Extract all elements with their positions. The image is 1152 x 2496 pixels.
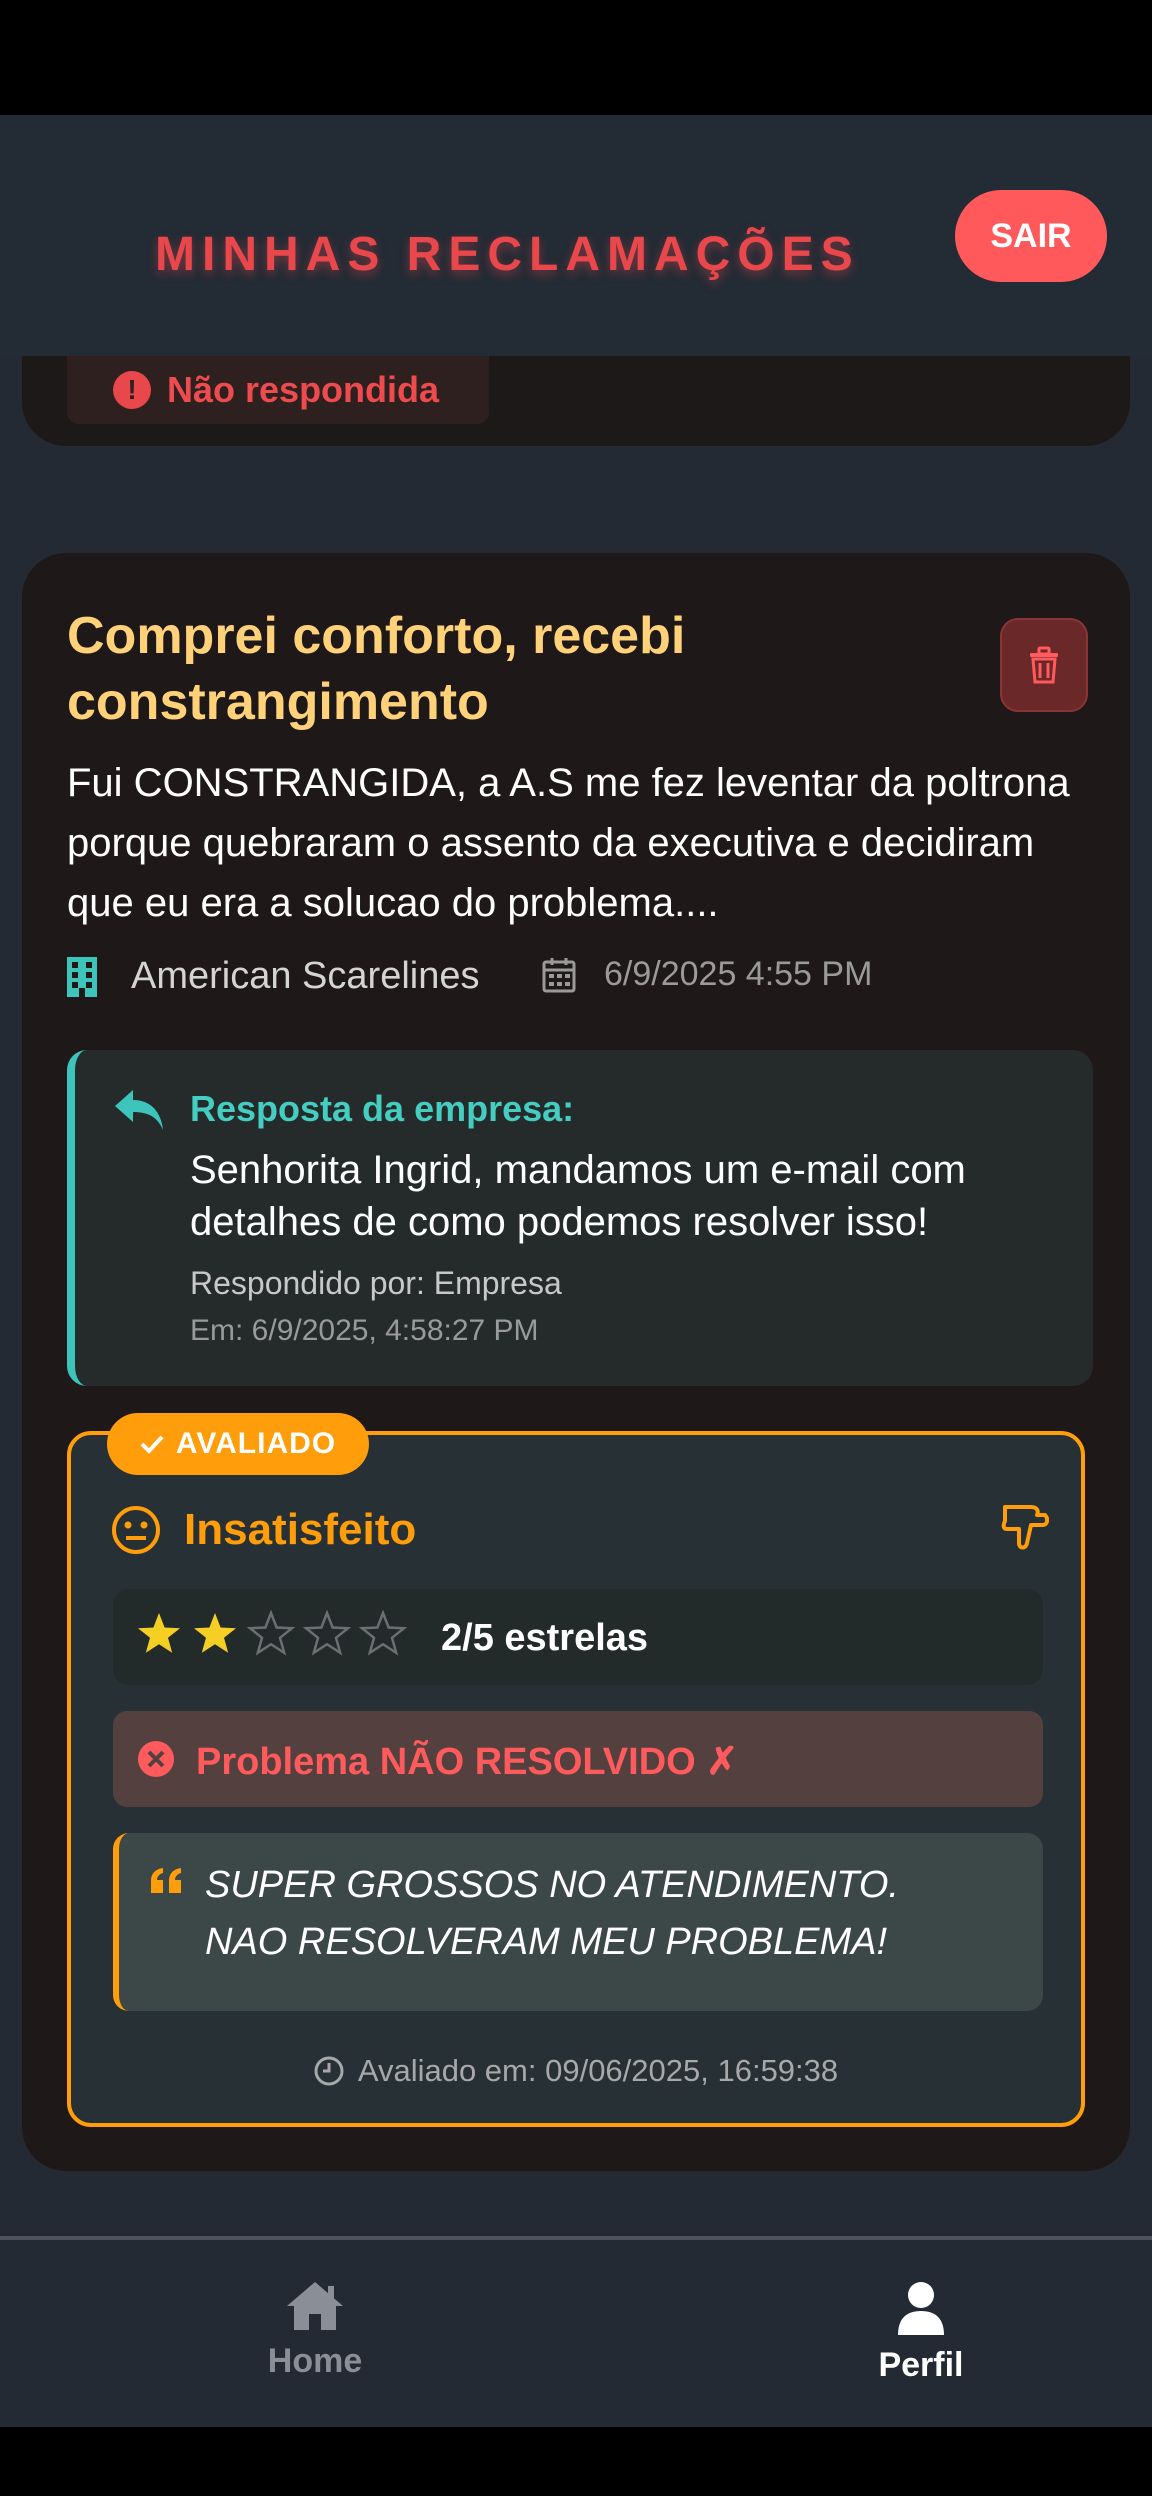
system-nav-bar — [0, 2427, 1152, 2496]
app-header: MINHAS RECLAMAÇÕES SAIR — [0, 115, 1152, 356]
system-status-bar — [0, 0, 1152, 115]
company-reply: Resposta da empresa: Senhorita Ingrid, m… — [67, 1050, 1093, 1386]
evaluation-panel: AVALIADO Insatisfeito 2/5 estrelas Probl… — [67, 1413, 1085, 2127]
building-icon — [67, 956, 97, 997]
evaluation-date: Avaliado em: 09/06/2025, 16:59:38 — [71, 2053, 1081, 2089]
star-filled-icon — [194, 1613, 236, 1653]
logout-button[interactable]: SAIR — [955, 190, 1107, 282]
user-icon — [898, 2282, 944, 2335]
neutral-face-icon — [112, 1506, 160, 1554]
evaluated-badge: AVALIADO — [107, 1413, 369, 1475]
star-empty-icon — [247, 1610, 295, 1656]
evaluation-comment: SUPER GROSSOS NO ATENDIMENTO. NAO RESOLV… — [113, 1833, 1043, 2011]
x-circle-icon — [138, 1741, 174, 1777]
reply-author: Respondido por: Empresa — [190, 1265, 562, 1301]
clock-icon — [314, 2056, 344, 2086]
resolution-status: Problema NÃO RESOLVIDO ✗ — [113, 1711, 1043, 1807]
reply-text: Senhorita Ingrid, mandamos um e-mail com… — [190, 1148, 966, 1244]
date-meta: 6/9/2025 4:55 PM — [542, 955, 872, 994]
company-name: American Scarelines — [131, 955, 480, 997]
reply-timestamp: Em: 6/9/2025, 4:58:27 PM — [190, 1314, 539, 1347]
tab-home-label: Home — [267, 2342, 363, 2380]
tab-perfil[interactable]: Perfil — [771, 2280, 1071, 2385]
complaints-list[interactable]: ! Não respondida Comprei conforto, receb… — [0, 356, 1152, 2236]
reply-label: Resposta da empresa: — [190, 1088, 575, 1129]
evaluation-sentiment: Insatisfeito — [184, 1505, 417, 1554]
thumbs-down-icon — [1001, 1505, 1049, 1550]
trash-icon — [1030, 646, 1058, 684]
status-badge-label: Não respondida — [167, 369, 440, 410]
star-filled-icon — [138, 1613, 180, 1653]
bottom-tab-bar: Home Perfil — [0, 2236, 1152, 2427]
resolution-text: Problema NÃO RESOLVIDO ✗ — [196, 1741, 739, 1783]
evaluation-date-text: Avaliado em: 09/06/2025, 16:59:38 — [357, 2053, 839, 2088]
evaluated-badge-label: AVALIADO — [175, 1427, 337, 1460]
complaint-card-previous: ! Não respondida — [22, 356, 1130, 446]
company-meta: American Scarelines — [67, 955, 479, 998]
page-title: MINHAS RECLAMAÇÕES — [155, 228, 860, 281]
tab-home[interactable]: Home — [165, 2280, 465, 2381]
rating-label: 2/5 estrelas — [441, 1617, 649, 1659]
complaint-card: Comprei conforto, recebi constrangimento… — [22, 553, 1130, 2171]
quote-icon — [151, 1868, 181, 1893]
complaint-date: 6/9/2025 4:55 PM — [604, 955, 873, 993]
status-badge: ! Não respondida — [67, 356, 489, 424]
star-empty-icon — [303, 1610, 351, 1656]
alert-icon: ! — [113, 371, 151, 409]
calendar-icon — [542, 957, 576, 992]
home-icon — [287, 2282, 343, 2330]
complaint-title: Comprei conforto, recebi constrangimento — [67, 607, 686, 731]
tab-perfil-label: Perfil — [878, 2346, 964, 2384]
comment-text: SUPER GROSSOS NO ATENDIMENTO. NAO RESOLV… — [205, 1864, 899, 1963]
check-icon — [140, 1435, 164, 1454]
complaint-description: Fui CONSTRANGIDA, a A.S me fez leventar … — [67, 761, 1070, 925]
star-empty-icon — [359, 1610, 407, 1656]
reply-icon — [115, 1090, 163, 1130]
delete-button[interactable] — [1000, 618, 1088, 712]
rating-stars: 2/5 estrelas — [113, 1589, 1043, 1685]
